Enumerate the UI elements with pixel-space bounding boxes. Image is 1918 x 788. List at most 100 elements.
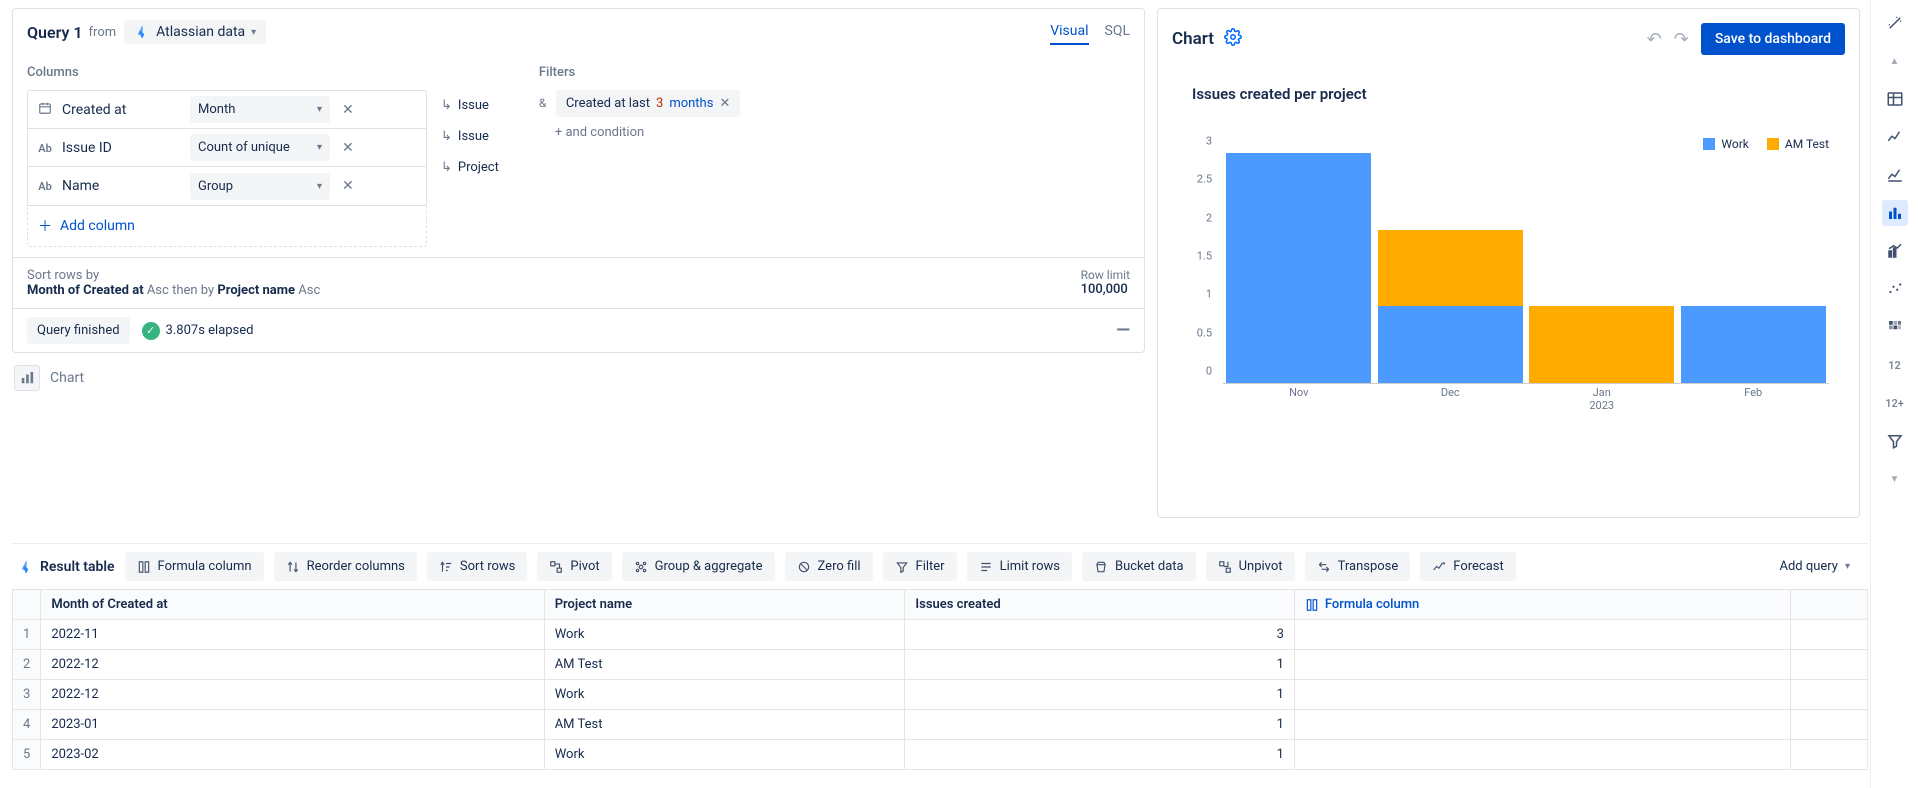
chart-panel-title: Chart — [1172, 29, 1214, 49]
bar-segment-work[interactable] — [1378, 306, 1523, 383]
chart-type-number-plus-icon[interactable]: 12+ — [1882, 390, 1908, 416]
check-circle-icon: ✓ — [142, 322, 160, 340]
formula-column-header[interactable]: Formula column — [1294, 590, 1790, 620]
gear-icon — [1224, 28, 1242, 46]
bar-segment-work[interactable] — [1681, 306, 1826, 383]
bar-segment-work[interactable] — [1226, 153, 1371, 383]
table-header[interactable]: Project name — [544, 590, 905, 620]
chart-type-toolbox: ▲ 12 12+ ▼ — [1870, 0, 1918, 788]
cell-month: 2022-12 — [41, 650, 544, 680]
tool-transpose[interactable]: Transpose — [1305, 552, 1411, 581]
column-remove-button[interactable]: ✕ — [338, 140, 358, 156]
cell-project: AM Test — [544, 710, 905, 740]
chart-type-combo-icon[interactable] — [1882, 238, 1908, 264]
table-row[interactable]: 42023-01AM Test1 — [13, 710, 1868, 740]
undo-button[interactable]: ↶ — [1647, 29, 1662, 50]
chart-type-area-icon[interactable] — [1882, 162, 1908, 188]
tool-limit-rows[interactable]: Limit rows — [967, 552, 1072, 581]
add-condition-button[interactable]: + and condition — [539, 125, 1130, 140]
add-column-button[interactable]: ＋ Add column — [28, 205, 426, 246]
chart-legend: Work AM Test — [1703, 137, 1829, 151]
add-query-button[interactable]: Add query▾ — [1767, 552, 1862, 581]
link-icon: ↳ — [441, 160, 452, 175]
chart-type-table-icon[interactable] — [1882, 86, 1908, 112]
chart-chip-icon[interactable] — [14, 365, 40, 391]
row-number: 1 — [13, 620, 41, 650]
row-limit-value: 100,000 — [1081, 282, 1130, 297]
table-row[interactable]: 12022-11Work3 — [13, 620, 1868, 650]
sort-label: Sort rows by — [27, 268, 320, 283]
cell-project: Work — [544, 620, 905, 650]
column-remove-button[interactable]: ✕ — [338, 102, 358, 118]
filter-ampersand: & — [539, 96, 546, 110]
chart-type-funnel-icon[interactable] — [1882, 428, 1908, 454]
table-row[interactable]: 32022-12Work1 — [13, 680, 1868, 710]
add-column-label: Add column — [60, 218, 135, 234]
column-source-chip[interactable]: ↳Issue — [441, 129, 499, 144]
column-remove-button[interactable]: ✕ — [338, 178, 358, 194]
chart-type-heatmap-icon[interactable] — [1882, 314, 1908, 340]
collapse-button[interactable]: — — [1116, 320, 1130, 341]
column-aggregate-select[interactable]: Group▾ — [190, 173, 330, 200]
tab-sql[interactable]: SQL — [1105, 19, 1130, 45]
chart-title: Issues created per project — [1192, 85, 1845, 103]
column-row: AbIssue IDCount of unique▾✕ — [28, 129, 426, 167]
query-elapsed: ✓ 3.807s elapsed — [142, 322, 254, 340]
chevron-down-icon[interactable]: ▼ — [1882, 466, 1908, 492]
tool-zero-fill[interactable]: Zero fill — [785, 552, 873, 581]
chart-type-number-icon[interactable]: 12 — [1882, 352, 1908, 378]
table-row[interactable]: 52023-02Work1 — [13, 740, 1868, 770]
magic-wand-icon[interactable] — [1882, 10, 1908, 36]
bar-segment-am[interactable] — [1529, 306, 1674, 383]
column-type-icon: Ab — [36, 179, 54, 193]
table-header[interactable]: Month of Created at — [41, 590, 544, 620]
result-table-panel: Result table Formula column Reorder colu… — [12, 543, 1868, 788]
column-row: Ab Name Group▾ ✕ — [28, 167, 426, 205]
chevron-up-icon[interactable]: ▲ — [1882, 48, 1908, 74]
bar-chart-icon — [20, 371, 34, 385]
tool-filter[interactable]: Filter — [883, 552, 957, 581]
chart-settings-button[interactable] — [1224, 28, 1242, 50]
tool-group[interactable]: Group & aggregate — [622, 552, 775, 581]
row-number: 5 — [13, 740, 41, 770]
tab-visual[interactable]: Visual — [1050, 19, 1088, 45]
x-tick-label: Dec — [1375, 386, 1527, 414]
tool-formula-column[interactable]: Formula column — [125, 552, 264, 581]
filter-chip-remove[interactable]: ✕ — [719, 96, 730, 111]
tool-bucket-data[interactable]: Bucket data — [1082, 552, 1196, 581]
chart-type-line-icon[interactable] — [1882, 124, 1908, 150]
data-source-chip[interactable]: Atlassian data ▾ — [124, 20, 266, 44]
chart-plot: 00.511.522.53 NovDecJan2023Feb — [1188, 154, 1829, 414]
save-to-dashboard-button[interactable]: Save to dashboard — [1701, 23, 1845, 55]
chart-type-bar-icon[interactable] — [1882, 200, 1908, 226]
columns-box: Created at Month▾ ✕ Ab Issue ID Count of uniq… — [27, 90, 427, 206]
filter-chip-unit: months — [669, 96, 713, 111]
column-aggregate-select[interactable]: Month▾ — [190, 96, 330, 123]
tool-sort-rows[interactable]: Sort rows — [427, 552, 528, 581]
cell-month: 2023-01 — [41, 710, 544, 740]
table-header[interactable]: Issues created — [905, 590, 1295, 620]
filter-chip-created-last[interactable]: Created at last 3 months ✕ — [556, 90, 741, 117]
sort-description[interactable]: Month of Created at Asc then by Project … — [27, 283, 320, 298]
link-icon: ↳ — [441, 129, 452, 144]
column-name[interactable]: Name — [62, 178, 182, 194]
column-source-chip[interactable]: ↳Issue — [441, 98, 499, 113]
redo-button[interactable]: ↷ — [1674, 29, 1689, 50]
column-name[interactable]: Created at — [62, 102, 182, 118]
cell-project: Work — [544, 740, 905, 770]
column-source-chip[interactable]: ↳Project — [441, 160, 499, 175]
cell-count: 1 — [905, 710, 1295, 740]
column-aggregate-select[interactable]: Count of unique▾ — [190, 134, 330, 161]
x-tick-label: Feb — [1678, 386, 1830, 414]
result-table-title: Result table — [40, 559, 115, 575]
chart-type-scatter-icon[interactable] — [1882, 276, 1908, 302]
tool-unpivot[interactable]: Unpivot — [1206, 552, 1295, 581]
column-name[interactable]: Issue ID — [62, 140, 182, 156]
row-limit[interactable]: Row limit 100,000 — [1081, 268, 1130, 298]
tool-pivot[interactable]: Pivot — [537, 552, 611, 581]
table-row[interactable]: 22022-12AM Test1 — [13, 650, 1868, 680]
bar-segment-am[interactable] — [1378, 230, 1523, 307]
cell-project: AM Test — [544, 650, 905, 680]
tool-reorder-columns[interactable]: Reorder columns — [274, 552, 417, 581]
tool-forecast[interactable]: Forecast — [1420, 552, 1515, 581]
